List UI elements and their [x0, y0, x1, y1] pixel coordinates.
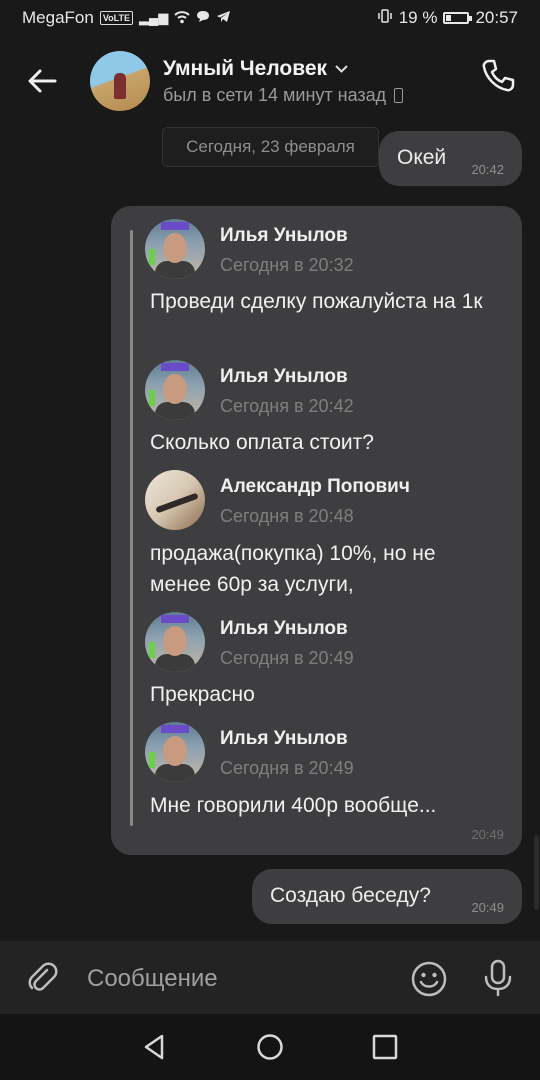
message-text: Создаю беседу?: [270, 884, 431, 907]
status-bar: MegaFon VoLTE ▂▄▆ 19 % 20:57: [0, 0, 540, 36]
forwarded-text: Сколько оплата стоит?: [150, 431, 374, 454]
nav-back-button[interactable]: [140, 1032, 170, 1062]
telegram-icon: [216, 8, 231, 28]
battery-percent: 19 %: [398, 8, 438, 27]
chat-notification-icon: [196, 8, 210, 28]
forwarded-sender[interactable]: Александр Попович Сегодня в 20:48: [145, 470, 410, 530]
vibrate-icon: [377, 8, 393, 28]
message-bubble[interactable]: Окей 20:42: [379, 131, 522, 186]
battery-icon: [443, 12, 473, 24]
sender-name: Илья Унылов: [220, 618, 348, 639]
nav-home-button[interactable]: [255, 1032, 285, 1062]
chat-title-block[interactable]: Умный Человек был в сети 14 минут назад: [163, 56, 404, 106]
date-separator: Сегодня, 23 февраля: [162, 127, 379, 167]
forwarded-text: Прекрасно: [150, 683, 255, 706]
scrollbar[interactable]: [534, 835, 539, 910]
volte-badge: VoLTE: [99, 11, 133, 25]
forwarded-messages-bubble[interactable]: Илья Унылов Сегодня в 20:32 Проведи сдел…: [111, 206, 522, 855]
arrow-left-icon: [28, 69, 57, 93]
forwarded-text: Мне говорили 400р вообще...: [150, 794, 437, 817]
avatar: [145, 612, 205, 672]
sender-time: Сегодня в 20:49: [220, 758, 354, 778]
call-button[interactable]: [480, 58, 520, 98]
signal-icon: ▂▄▆: [139, 10, 169, 25]
triangle-back-icon: [144, 1034, 164, 1060]
sender-name: Илья Унылов: [220, 728, 348, 749]
sender-name: Александр Попович: [220, 476, 410, 497]
forward-quote-line: [130, 230, 133, 826]
message-input-bar: [0, 941, 540, 1014]
square-recents-icon: [372, 1034, 398, 1060]
nav-recents-button[interactable]: [370, 1032, 400, 1062]
carrier-name: MegaFon: [22, 8, 94, 27]
back-button[interactable]: [12, 51, 72, 111]
sender-time: Сегодня в 20:49: [220, 648, 354, 668]
message-time: 20:49: [471, 900, 504, 915]
system-nav-bar: [0, 1014, 540, 1080]
battery-level: [446, 15, 451, 21]
chevron-down-icon: [335, 61, 348, 76]
sender-time: Сегодня в 20:48: [220, 506, 354, 526]
message-time: 20:49: [471, 827, 504, 842]
message-input[interactable]: [85, 958, 399, 1000]
smiley-icon: [411, 961, 447, 997]
message-text: Окей: [397, 146, 447, 169]
avatar[interactable]: [90, 51, 150, 111]
avatar: [145, 219, 205, 279]
forwarded-sender[interactable]: Илья Унылов Сегодня в 20:49: [145, 722, 354, 782]
circle-home-icon: [257, 1034, 283, 1060]
message-bubble[interactable]: Создаю беседу? 20:49: [252, 869, 522, 924]
avatar: [145, 722, 205, 782]
paperclip-icon: [28, 962, 58, 991]
forwarded-text: Проведи сделку пожалуйста на 1к: [150, 290, 483, 313]
voice-message-button[interactable]: [480, 958, 516, 998]
sender-name: Илья Унылов: [220, 225, 348, 246]
chat-title: Умный Человек: [163, 56, 328, 80]
phone-icon: [482, 59, 515, 92]
emoji-button[interactable]: [410, 960, 448, 998]
avatar: [145, 360, 205, 420]
forwarded-sender[interactable]: Илья Унылов Сегодня в 20:42: [145, 360, 354, 420]
forwarded-text: продажа(покупка) 10%, но не менее 60р за…: [150, 542, 436, 596]
forwarded-sender[interactable]: Илья Унылов Сегодня в 20:32: [145, 219, 354, 279]
sender-name: Илья Унылов: [220, 366, 348, 387]
last-seen-status: был в сети 14 минут назад: [163, 84, 387, 105]
message-time: 20:42: [471, 162, 504, 177]
sender-time: Сегодня в 20:42: [220, 396, 354, 416]
wifi-icon: [174, 10, 190, 27]
chat-header: Умный Человек был в сети 14 минут назад: [0, 36, 540, 126]
forwarded-sender[interactable]: Илья Унылов Сегодня в 20:49: [145, 612, 354, 672]
microphone-icon: [484, 959, 512, 997]
clock: 20:57: [475, 8, 518, 27]
attach-button[interactable]: [25, 961, 59, 995]
sender-time: Сегодня в 20:32: [220, 255, 354, 275]
avatar: [145, 470, 205, 530]
mobile-device-icon: [394, 87, 404, 103]
